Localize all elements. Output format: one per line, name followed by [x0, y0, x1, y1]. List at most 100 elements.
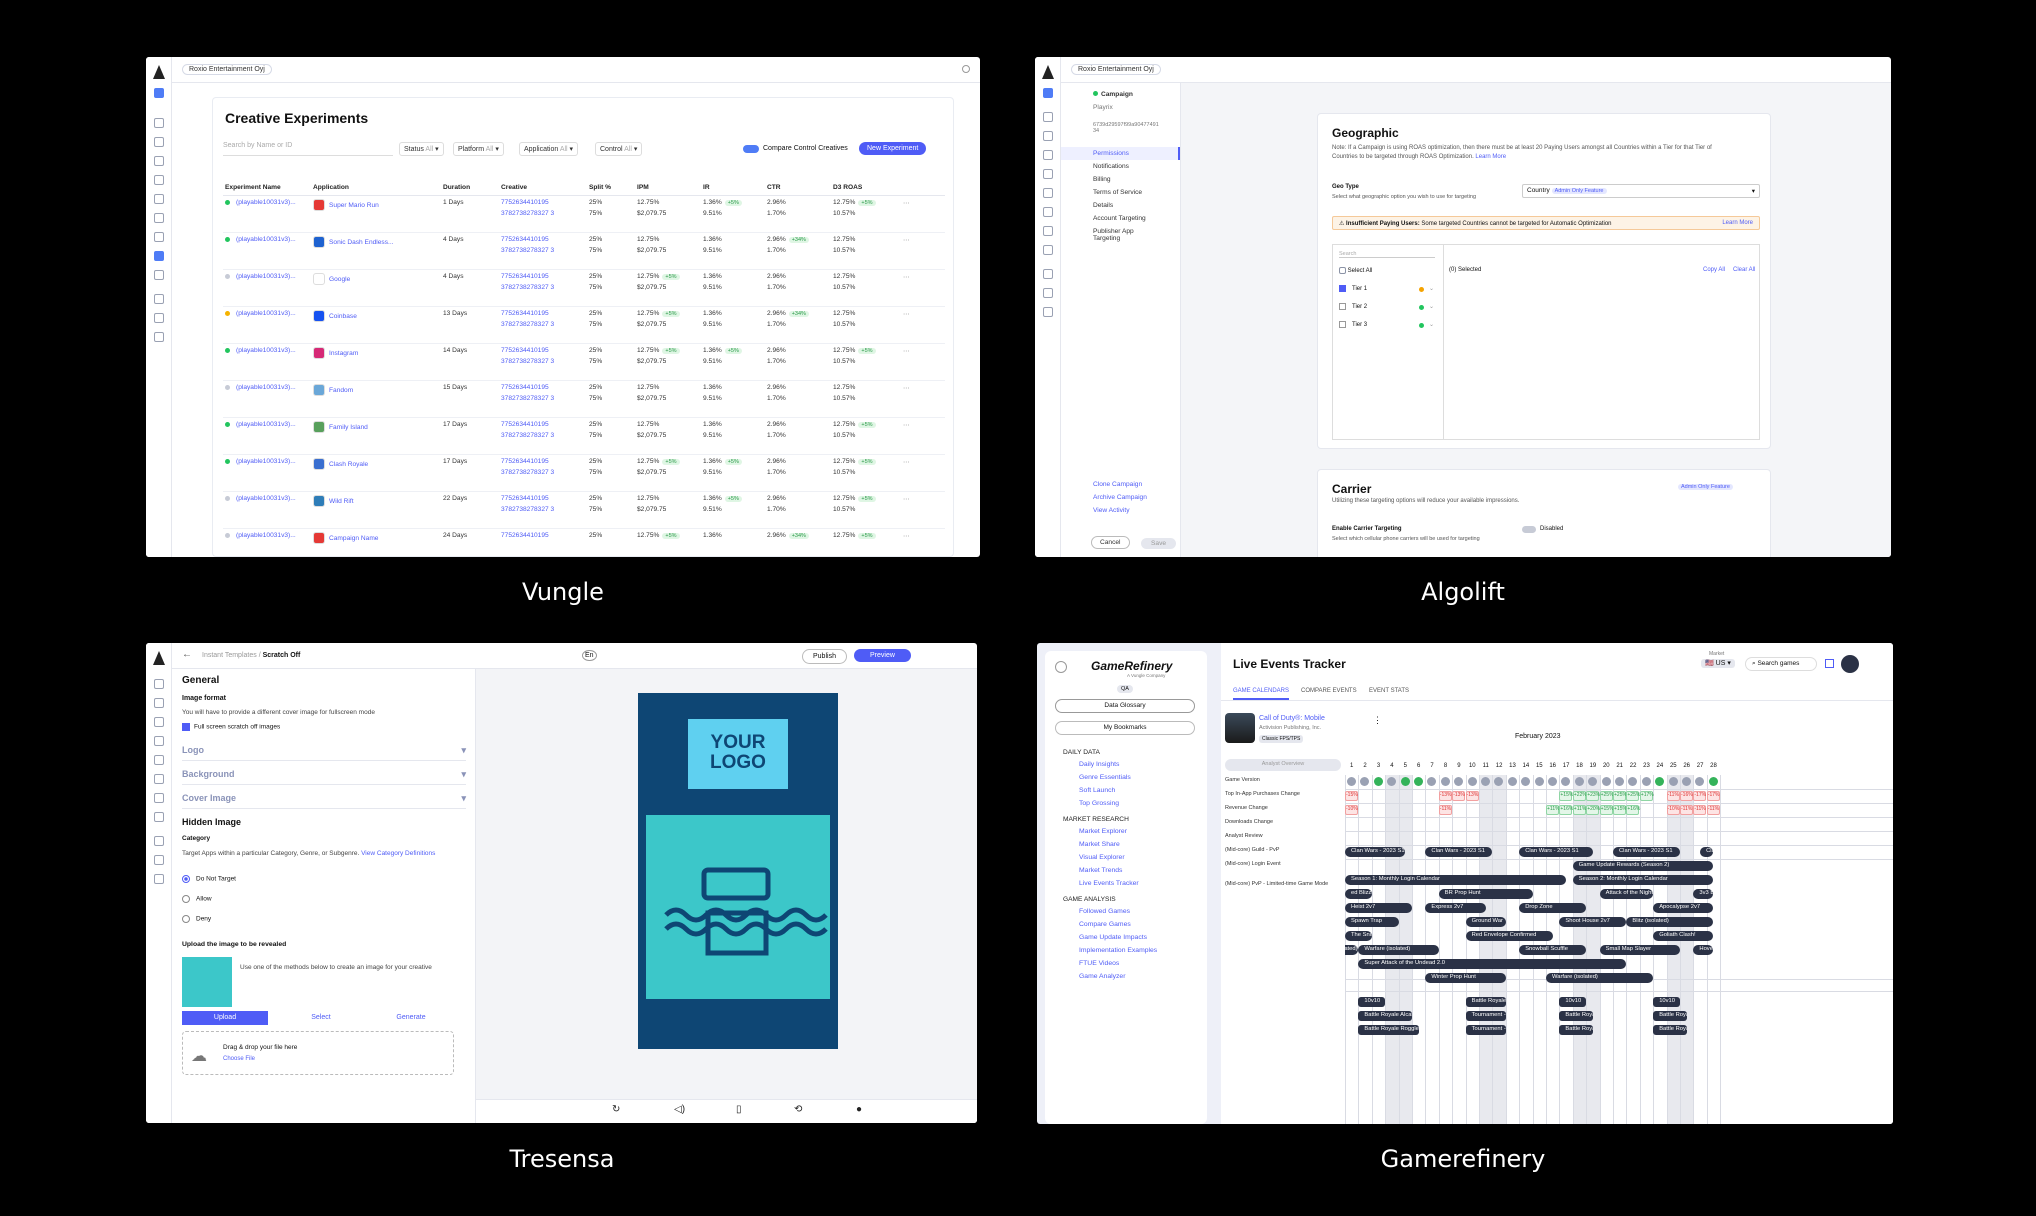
radio-allow[interactable]: Allow — [182, 895, 212, 903]
more-icon[interactable]: ⋯ — [901, 417, 945, 455]
experiment-name[interactable]: (playable10031v3)... — [236, 273, 296, 280]
column-header[interactable]: IPM — [635, 180, 701, 196]
nav-item-market-trends[interactable]: Market Trends — [1045, 864, 1207, 877]
nav-item-implementation-examples[interactable]: Implementation Examples — [1045, 944, 1207, 957]
replay-icon[interactable]: ↻ — [612, 1104, 620, 1115]
event-bar[interactable]: Attack of the Night — [1599, 889, 1654, 899]
more-icon[interactable]: ⋯ — [901, 195, 945, 233]
experiment-name[interactable]: (playable10031v3)... — [236, 458, 296, 465]
experiment-name[interactable]: (playable10031v3)... — [236, 347, 296, 354]
column-header[interactable]: Creative — [499, 180, 587, 196]
calendar-icon[interactable] — [153, 294, 164, 304]
cancel-button[interactable]: Cancel — [1091, 536, 1130, 549]
event-bar[interactable]: ated) — [1345, 945, 1359, 955]
nav-item-followed-games[interactable]: Followed Games — [1045, 905, 1207, 918]
calendar-icon[interactable] — [153, 836, 164, 846]
event-bar[interactable]: Hove — [1693, 945, 1714, 955]
tier-row[interactable]: Tier 1 ⌄ — [1339, 285, 1435, 303]
copy-all-link[interactable]: Copy All — [1703, 267, 1725, 273]
nav-item-daily-insights[interactable]: Daily Insights — [1045, 758, 1207, 771]
chevron-down-icon[interactable]: ⌄ — [1429, 321, 1434, 328]
tab-compare-events[interactable]: COMPARE EVENTS — [1301, 688, 1357, 694]
column-header[interactable]: D3 ROAS — [831, 180, 901, 196]
event-bar[interactable]: Spawn Trap — [1345, 917, 1399, 927]
grid-icon[interactable] — [153, 156, 164, 166]
org-selector[interactable]: Roxio Entertainment Oyj — [182, 64, 272, 75]
creative-cell-primary[interactable]: 7752634410195 — [501, 236, 585, 243]
home-icon[interactable] — [153, 88, 164, 98]
chat-icon[interactable] — [153, 793, 164, 803]
avatar[interactable] — [1841, 655, 1859, 673]
language-selector[interactable]: En — [582, 650, 597, 661]
column-header[interactable]: Experiment Name — [223, 180, 311, 196]
sound-icon[interactable]: ◁) — [674, 1104, 685, 1115]
select-all-checkbox[interactable]: Select All — [1339, 267, 1372, 274]
preview-button[interactable]: Preview — [854, 649, 911, 662]
event-bar[interactable]: Drop Zone — [1519, 903, 1587, 913]
image-icon[interactable] — [153, 755, 164, 765]
chat-icon[interactable] — [153, 232, 164, 242]
table-row[interactable]: (playable10031v3)... Campaign Name 24 Days… — [223, 528, 945, 557]
grid-icon[interactable] — [1042, 150, 1053, 160]
event-bar[interactable]: Snowball Scuffle — [1519, 945, 1587, 955]
event-bar[interactable]: Clan Wars - 2023 S1 — [1519, 847, 1593, 857]
filter-application[interactable]: Application All ▾ — [519, 142, 579, 156]
event-bar[interactable]: Goliath Clash! — [1653, 931, 1714, 941]
more-icon[interactable]: ⋯ — [901, 491, 945, 529]
event-bar[interactable]: Red Envelope Confirmed — [1465, 931, 1553, 941]
wrench-icon[interactable] — [1042, 307, 1053, 317]
table-row[interactable]: (playable10031v3)... Instagram 14 Days 7752… — [223, 343, 945, 381]
table-icon[interactable] — [153, 855, 164, 865]
nav-item-visual-explorer[interactable]: Visual Explorer — [1045, 851, 1207, 864]
carrier-toggle[interactable] — [1522, 526, 1536, 533]
palette-icon[interactable] — [1042, 169, 1053, 179]
table-row[interactable]: (playable10031v3)... Wild Rift 22 Days 7752… — [223, 491, 945, 529]
app-name[interactable]: Sonic Dash Endless... — [329, 239, 394, 246]
column-header[interactable]: Application — [311, 180, 441, 196]
creative-cell-primary[interactable]: 7752634410195 — [501, 421, 585, 428]
event-chip[interactable]: Battle Royale — [1559, 1025, 1593, 1035]
tab-select[interactable]: Select — [278, 1011, 364, 1021]
creative-cell-primary[interactable]: 7752634410195 — [501, 199, 585, 206]
column-header[interactable]: Split % — [587, 180, 635, 196]
geo-type-select[interactable]: Country Admin Only Feature ▾ — [1522, 184, 1760, 198]
new-experiment-button[interactable]: New Experiment — [859, 142, 927, 155]
table-row[interactable]: (playable10031v3)... Sonic Dash Endless..… — [223, 232, 945, 270]
nav-item-market-share[interactable]: Market Share — [1045, 838, 1207, 851]
clear-all-link[interactable]: Clear All — [1733, 267, 1755, 273]
event-chip[interactable]: 10v10 — [1653, 997, 1680, 1007]
link-clone-campaign[interactable]: Clone Campaign — [1061, 478, 1180, 491]
more-icon[interactable]: ⋯ — [901, 454, 945, 492]
event-bar[interactable]: Apocalypse 2v7 — [1653, 903, 1714, 913]
creative-cell-primary[interactable]: 7752634410195 — [501, 495, 585, 502]
more-icon[interactable]: ⋯ — [901, 269, 945, 307]
list-icon[interactable] — [1042, 131, 1053, 141]
tab-upload[interactable]: Upload — [182, 1011, 268, 1025]
event-chip[interactable]: Battle Royale ... — [1559, 1011, 1593, 1021]
event-bar[interactable]: Express 2v7 — [1425, 903, 1486, 913]
calendar-icon[interactable] — [1042, 269, 1053, 279]
section-logo[interactable]: Logo ▾ — [182, 745, 466, 761]
user-icon[interactable] — [1042, 207, 1053, 217]
menu-icon[interactable] — [1055, 661, 1067, 673]
table-row[interactable]: (playable10031v3)... Google 4 Days 77526344… — [223, 269, 945, 307]
nav-item-top-grossing[interactable]: Top Grossing — [1045, 797, 1207, 810]
table-row[interactable]: (playable10031v3)... Coinbase 13 Days 77526… — [223, 306, 945, 344]
grid-icon[interactable] — [153, 717, 164, 727]
trend-icon[interactable] — [153, 270, 164, 280]
image-icon[interactable] — [1042, 188, 1053, 198]
game-name[interactable]: Call of Duty®: Mobile — [1259, 715, 1325, 722]
event-bar[interactable]: Warfare (isolated) — [1358, 945, 1439, 955]
event-bar[interactable]: BR Prop Hunt — [1438, 889, 1533, 899]
column-header[interactable]: CTR — [765, 180, 831, 196]
chat-icon[interactable] — [1042, 226, 1053, 236]
event-bar[interactable]: Heist 2v7 — [1345, 903, 1412, 913]
event-chip[interactable]: Tournament - ... — [1465, 1011, 1506, 1021]
event-bar[interactable]: Clan Wars - 2023 S1 — [1613, 847, 1680, 857]
tab-event-stats[interactable]: EVENT STATS — [1369, 688, 1409, 694]
home-icon[interactable] — [1042, 88, 1053, 98]
event-bar[interactable]: 3v3 B — [1693, 889, 1714, 899]
event-chip[interactable]: Tournament - ... — [1465, 1025, 1506, 1035]
creative-cell-primary[interactable]: 7752634410195 — [501, 458, 585, 465]
more-icon[interactable]: ⋯ — [901, 343, 945, 381]
